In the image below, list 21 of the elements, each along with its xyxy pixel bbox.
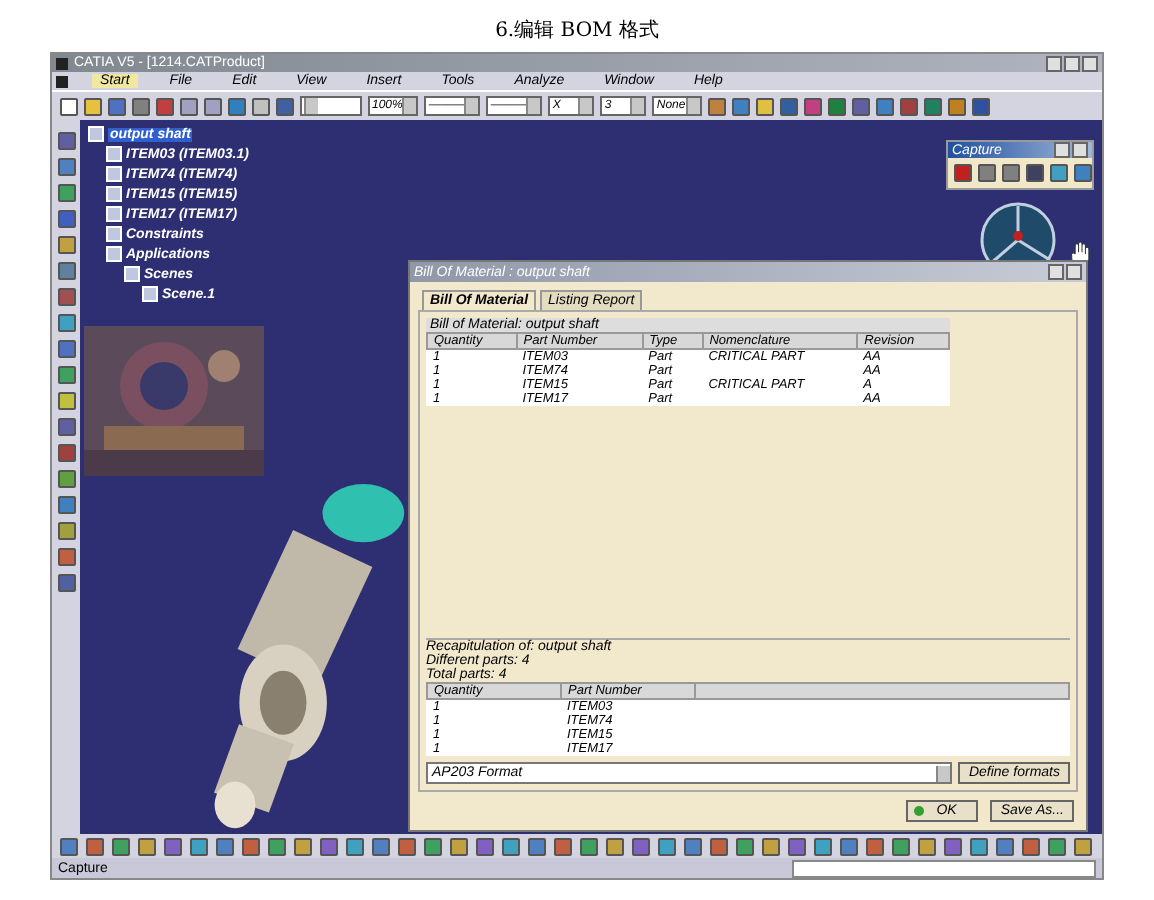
help-button[interactable] [1054,142,1070,158]
app-icon [56,57,68,69]
close-button[interactable] [1072,142,1088,158]
tree-node-icon [88,126,104,142]
doc-icon [56,75,68,87]
help-button[interactable] [1048,264,1064,280]
tree-node-icon [124,266,140,282]
maximize-button[interactable] [1064,55,1080,71]
figure-caption: 6.编辑 BOM 格式 [495,17,659,44]
close-button[interactable] [1066,264,1082,280]
tree-node-icon [106,226,122,242]
tree-node-icon [142,286,158,302]
tree-node-icon [106,146,122,162]
close-button[interactable] [1082,55,1098,71]
tree-node-icon [106,186,122,202]
toolbar-combo[interactable] [300,96,362,116]
command-field[interactable] [792,859,1096,877]
tree-node-icon [106,246,122,262]
tree-node-icon [106,166,122,182]
tree-node-icon [106,206,122,222]
minimize-button[interactable] [1046,55,1062,71]
